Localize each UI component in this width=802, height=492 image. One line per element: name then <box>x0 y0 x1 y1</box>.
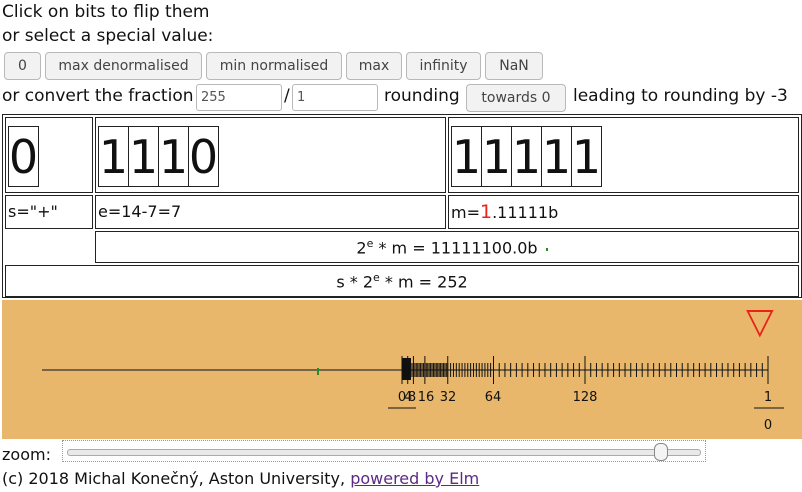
nan-button[interactable]: NaN <box>485 52 543 80</box>
value-rest: * m = 252 <box>379 272 468 292</box>
zoom-slider-track <box>67 449 701 456</box>
sign-bit[interactable]: 0 <box>8 126 39 187</box>
min-normalised-button[interactable]: min normalised <box>206 52 342 80</box>
number-line-panel: ▽ 0 4 8 16 32 64 128 1 0 <box>2 300 802 439</box>
value-formula-cell: s * 2e * m = 252 <box>5 265 799 297</box>
convert-label: or convert the fraction <box>2 86 194 106</box>
rounding-result-text: leading to rounding by -3 <box>573 86 788 106</box>
exponent-formula-cell: e=14-7=7 <box>95 195 446 229</box>
power-rest: * m = 11111100.0b <box>373 238 538 258</box>
mantissa-bit[interactable]: 1 <box>451 126 482 187</box>
mantissa-bit[interactable]: 1 <box>571 126 602 187</box>
tick-label-8: 8 <box>407 390 417 405</box>
fraction-slash: / <box>284 86 290 106</box>
intro-line-1: Click on bits to flip them <box>2 2 210 22</box>
tick-label-64: 64 <box>484 390 502 405</box>
powered-by-elm-link[interactable]: powered by Elm <box>350 469 479 488</box>
tick-label-32: 32 <box>439 390 457 405</box>
tick-label-16: 16 <box>417 390 435 405</box>
zero-button[interactable]: 0 <box>4 52 41 80</box>
exponent-bit[interactable]: 1 <box>128 126 159 187</box>
number-line-svg[interactable] <box>2 300 802 439</box>
value-formula: s * 2e * m = 252 <box>6 271 798 291</box>
exponent-bit[interactable]: 1 <box>158 126 189 187</box>
mantissa-bits-cell: 1 1 1 1 1 <box>448 117 799 193</box>
rounding-mode-button[interactable]: towards 0 <box>466 84 566 112</box>
exponent-bit[interactable]: 0 <box>188 126 219 187</box>
max-button[interactable]: max <box>346 52 402 80</box>
numerator-input[interactable] <box>196 84 282 111</box>
zoom-label: zoom: <box>2 445 51 464</box>
mantissa-fraction: .11111b <box>492 203 559 222</box>
intro-line-2: or select a special value: <box>2 26 214 46</box>
mantissa-leading-bit: 1 <box>480 201 493 223</box>
footer: (c) 2018 Michal Konečný, Aston Universit… <box>2 469 479 489</box>
power-base: 2 <box>356 238 367 258</box>
mantissa-bit[interactable]: 1 <box>541 126 572 187</box>
zoom-slider-thumb[interactable] <box>653 443 668 461</box>
value-exponent: e <box>373 271 380 284</box>
infinity-fraction-denominator: 0 <box>763 418 773 433</box>
exponent-formula: e=14-7=7 <box>98 202 182 221</box>
infinity-button[interactable]: infinity <box>406 52 481 80</box>
highlight-mark <box>546 248 548 251</box>
footer-text: (c) 2018 Michal Konečný, Aston Universit… <box>2 469 351 488</box>
power-formula-cell: 2e * m = 11111100.0b <box>95 231 799 263</box>
exponent-bit[interactable]: 1 <box>98 126 129 187</box>
mantissa-prefix: m= <box>451 203 480 222</box>
max-denormalised-button[interactable]: max denormalised <box>45 52 202 80</box>
mantissa-bit[interactable]: 1 <box>481 126 512 187</box>
sign-formula: s="+" <box>8 202 58 221</box>
rounding-label: rounding <box>384 86 460 106</box>
mantissa-formula: m=1.11111b <box>451 202 558 223</box>
zoom-slider[interactable] <box>62 440 706 462</box>
exponent-bits-cell: 1 1 1 0 <box>95 117 446 193</box>
mantissa-bit[interactable]: 1 <box>511 126 542 187</box>
sign-bit-cell: 0 <box>5 117 93 193</box>
value-base: s * 2 <box>336 272 374 292</box>
mantissa-formula-cell: m=1.11111b <box>448 195 799 229</box>
power-formula: 2e * m = 11111100.0b <box>96 237 798 257</box>
infinity-fraction-numerator: 1 <box>763 390 773 405</box>
range-marker-icon[interactable]: ▽ <box>746 304 774 340</box>
sign-formula-cell: s="+" <box>5 195 93 229</box>
denominator-input[interactable] <box>292 84 378 111</box>
tick-label-128: 128 <box>572 390 598 405</box>
